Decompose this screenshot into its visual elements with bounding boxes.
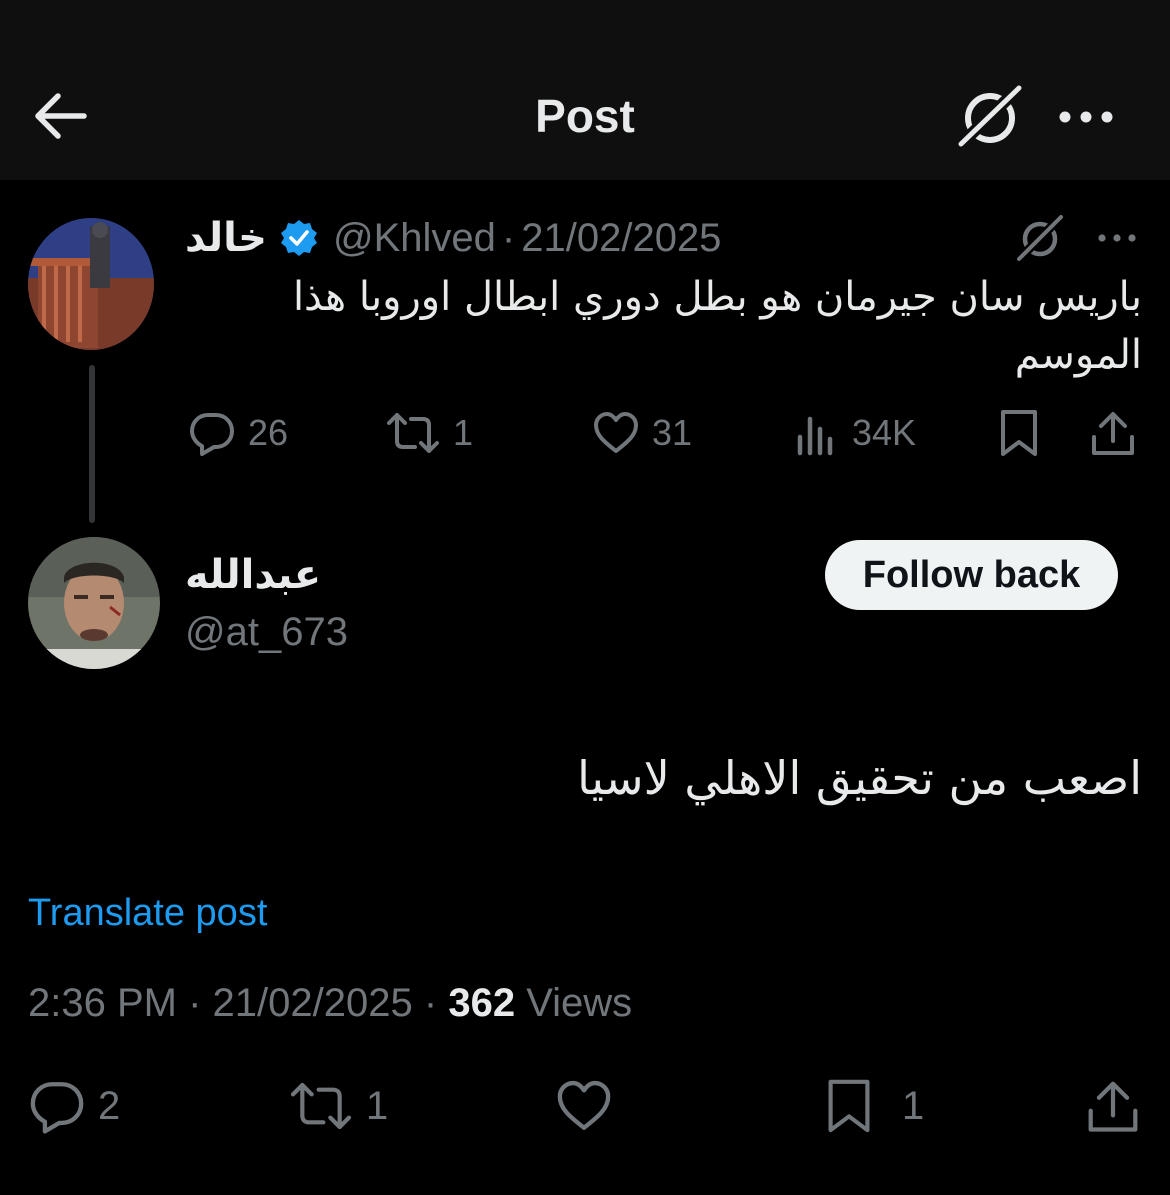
- repost-count: 1: [453, 412, 474, 453]
- post-actions: 2 1 1: [0, 1076, 1170, 1136]
- post-text: اصعب من تحقيق الاهلي لاسيا: [577, 751, 1142, 805]
- post-date[interactable]: 21/02/2025: [521, 216, 721, 261]
- translate-post-link[interactable]: Translate post: [28, 888, 267, 938]
- repost-icon: [290, 1082, 352, 1130]
- grok-icon[interactable]: [955, 82, 1025, 152]
- author-handle[interactable]: @Khlved: [333, 216, 496, 261]
- avatar[interactable]: [28, 537, 160, 669]
- bookmark-button[interactable]: [999, 405, 1039, 461]
- post-text: باريس سان جيرمان هو بطل دوري ابطال اوروب…: [292, 274, 1142, 378]
- heart-icon: [594, 412, 638, 453]
- author-handle[interactable]: @at_673: [185, 605, 348, 659]
- verified-badge-icon: [280, 220, 317, 256]
- like-button[interactable]: [555, 1076, 613, 1136]
- follow-back-button[interactable]: Follow back: [825, 540, 1118, 610]
- bookmark-button[interactable]: 1: [826, 1076, 924, 1136]
- post-actions: 26 1 31 34K: [0, 405, 1170, 461]
- post-header: خالد @Khlved · 21/02/2025: [185, 212, 721, 264]
- post-time: 2:36 PM: [28, 981, 177, 1025]
- share-button[interactable]: [1090, 405, 1136, 461]
- top-bar: Post: [0, 0, 1170, 180]
- bookmark-icon: [1001, 410, 1037, 456]
- share-icon: [1092, 412, 1134, 455]
- analytics-icon: [797, 416, 833, 456]
- heart-icon: [557, 1080, 611, 1130]
- like-button[interactable]: 31: [592, 405, 692, 461]
- reply-button[interactable]: 26: [188, 405, 288, 461]
- view-count: 34K: [852, 412, 917, 453]
- more-icon[interactable]: [1095, 228, 1139, 248]
- bookmark-icon: [828, 1079, 870, 1133]
- repost-button[interactable]: 1: [385, 405, 473, 461]
- separator: ·: [501, 215, 516, 260]
- views-button[interactable]: 34K: [796, 405, 916, 461]
- reply-icon: [190, 413, 234, 456]
- reply-count: 2: [98, 1083, 121, 1128]
- author-name[interactable]: عبدالله: [185, 548, 321, 602]
- separator: ·: [423, 981, 438, 1025]
- grok-icon[interactable]: [1015, 213, 1065, 263]
- share-icon: [1088, 1081, 1138, 1132]
- like-count: 31: [652, 412, 693, 453]
- post-date: 21/02/2025: [212, 981, 413, 1025]
- author-name[interactable]: خالد: [185, 215, 267, 261]
- reply-count: 26: [248, 412, 289, 453]
- repost-count: 1: [366, 1083, 389, 1128]
- repost-icon: [387, 413, 439, 453]
- reply-icon: [30, 1082, 84, 1134]
- views-label: Views: [526, 981, 633, 1025]
- avatar[interactable]: [28, 218, 154, 350]
- views-count[interactable]: 362: [448, 981, 515, 1025]
- share-button[interactable]: [1086, 1076, 1140, 1136]
- separator: ·: [188, 981, 202, 1025]
- post-meta: 2:36 PM · 21/02/2025 · 362 Views: [28, 976, 632, 1030]
- bookmark-count: 1: [902, 1083, 925, 1128]
- repost-button[interactable]: 1: [288, 1076, 388, 1136]
- more-icon[interactable]: [1055, 102, 1117, 132]
- reply-button[interactable]: 2: [28, 1076, 120, 1136]
